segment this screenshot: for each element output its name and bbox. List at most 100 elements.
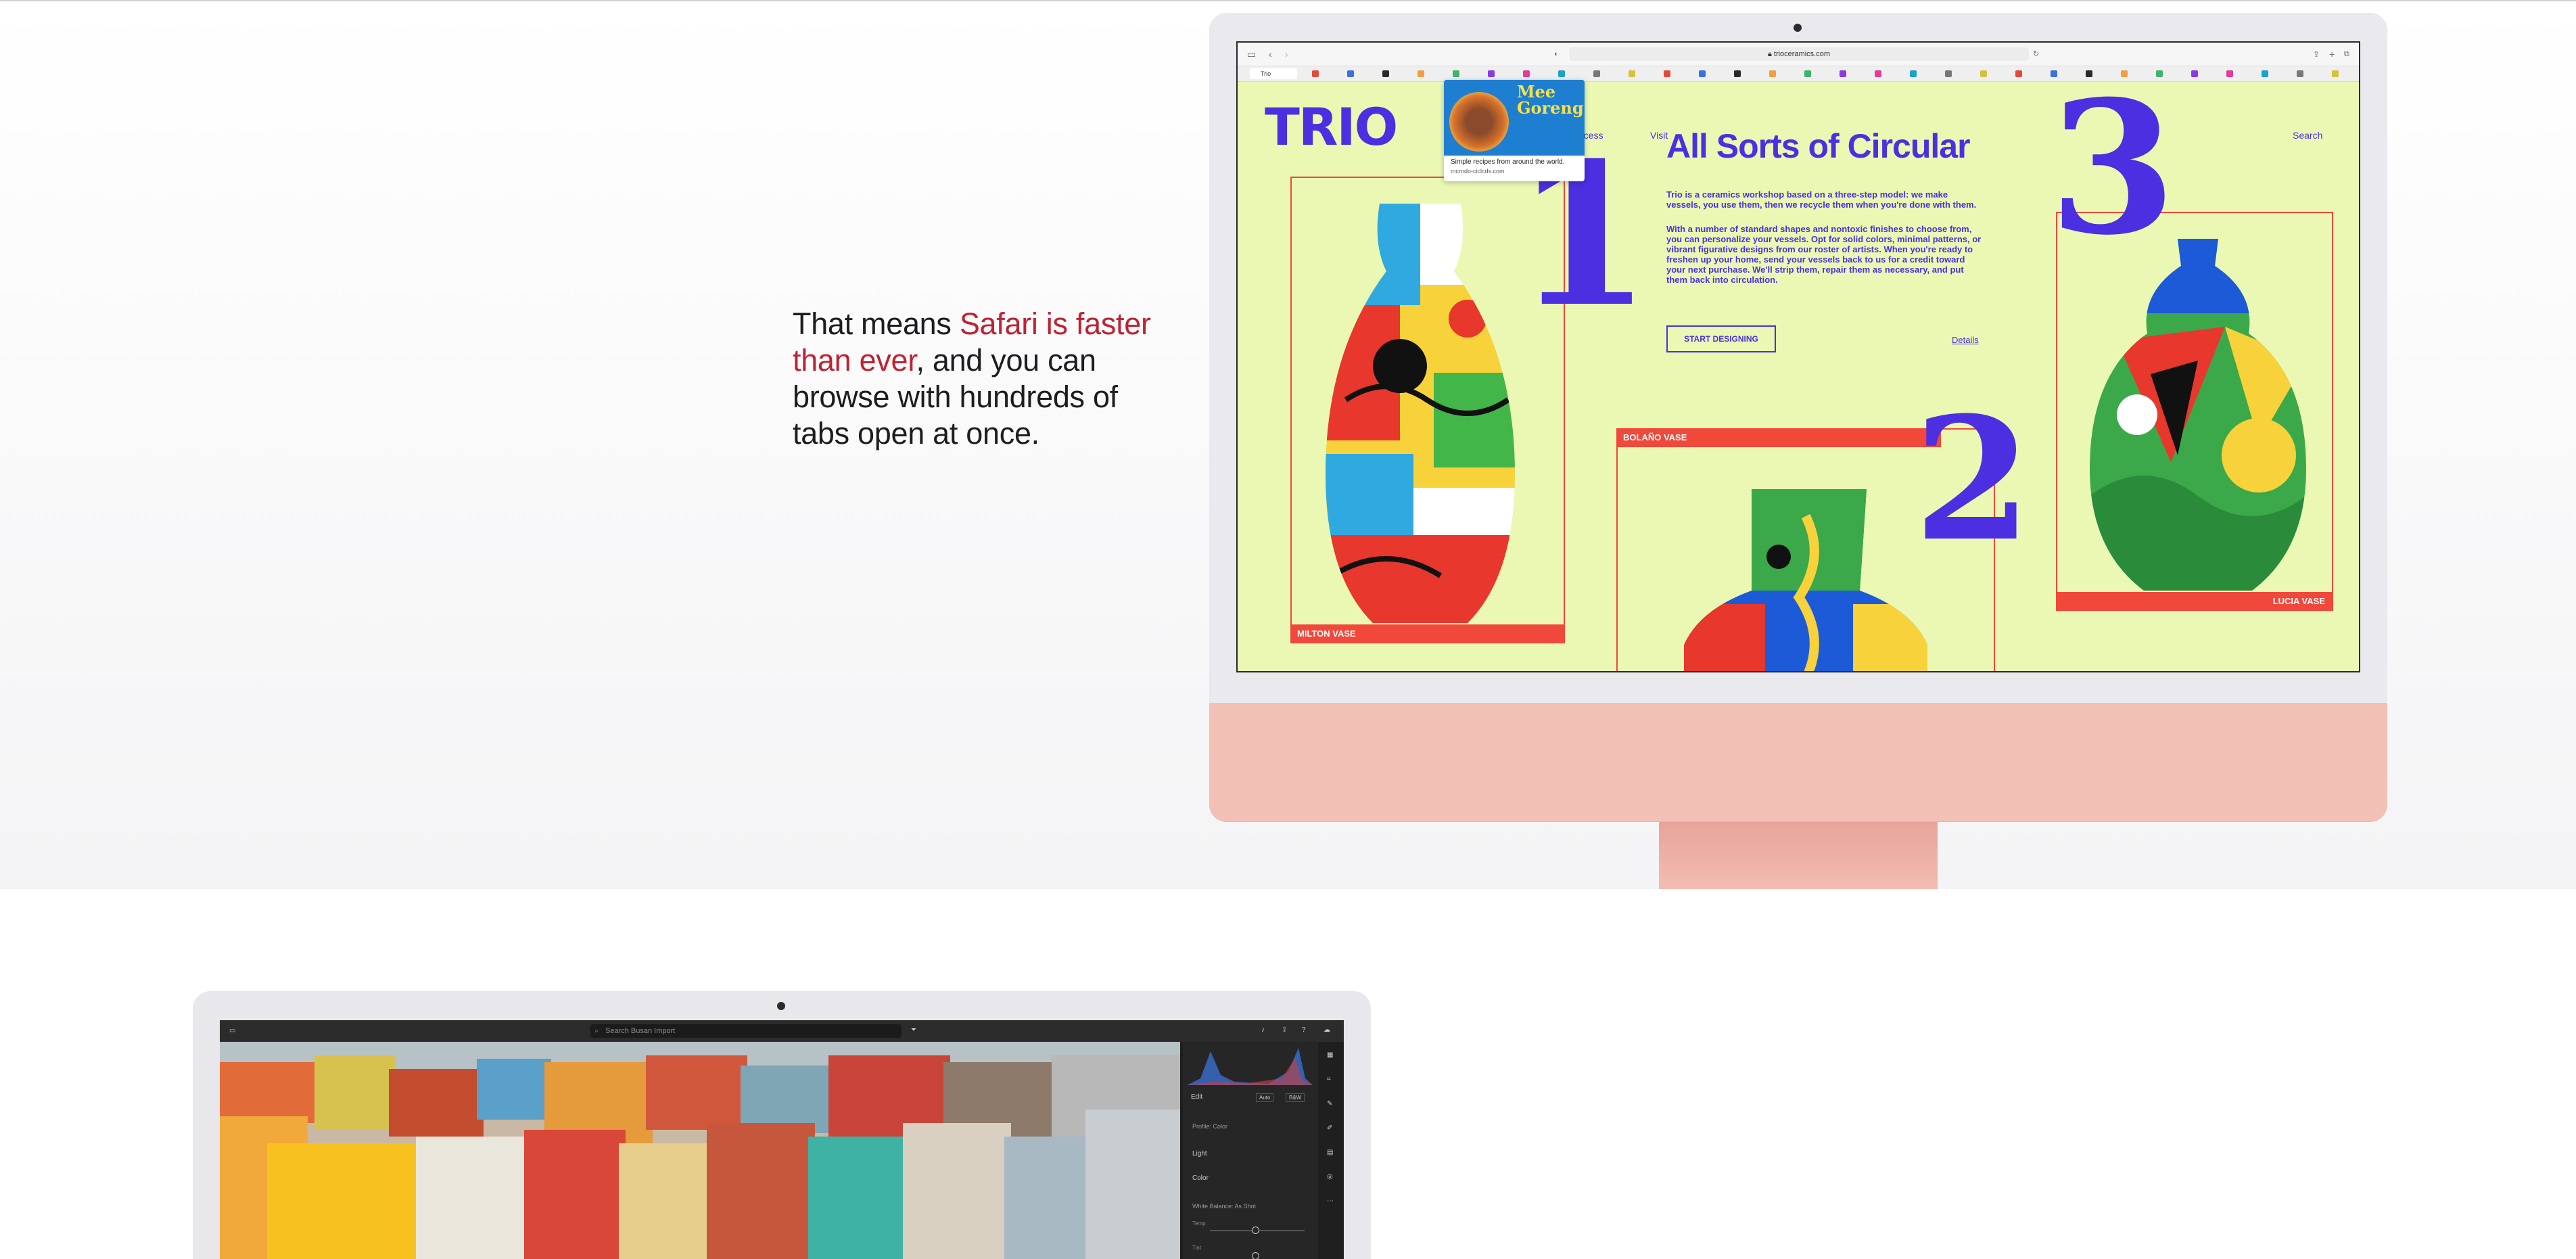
radial-tool-icon[interactable]: ◎	[1327, 1173, 1333, 1181]
details-link[interactable]: Details	[1952, 335, 1979, 345]
sidebar-icon[interactable]: ▭	[1247, 49, 1256, 60]
camera-icon	[1794, 24, 1802, 32]
tint-slider-thumb[interactable]	[1252, 1252, 1259, 1259]
tab-favicon-icon[interactable]	[1769, 70, 1776, 77]
imac-body: ▭ ‹ › ◐ 🔒︎ trioceramics.com ↻ ⇪ + ⧉ Trio…	[1209, 13, 2387, 821]
brush-tool-icon[interactable]: ✐	[1327, 1124, 1332, 1132]
tab-favicon-icon[interactable]	[1629, 70, 1635, 77]
tab-favicon-icon[interactable]	[2226, 70, 2233, 77]
tint-label: Tint	[1192, 1245, 1202, 1251]
search-placeholder: Search Busan Import	[605, 1027, 676, 1035]
filter-icon[interactable]: ⏷	[911, 1026, 916, 1034]
milton-vase-label[interactable]: MILTON VASE	[1290, 624, 1565, 643]
tab-favicon-icon[interactable]	[1664, 70, 1670, 77]
tab-favicon-icon[interactable]	[1558, 70, 1565, 77]
city-photo	[220, 1042, 1180, 1259]
imac-stand	[1659, 820, 1938, 889]
gradient-tool-icon[interactable]: ▤	[1327, 1149, 1333, 1156]
tab-favicon-icon[interactable]	[1347, 70, 1354, 77]
privacy-icon[interactable]: ◐	[1554, 49, 1559, 60]
tab-favicon-icon[interactable]	[1523, 70, 1530, 77]
tab-favicon-icon[interactable]	[1980, 70, 1987, 77]
heal-tool-icon[interactable]: ✎	[1327, 1100, 1332, 1107]
tab-favicon-icon[interactable]	[1382, 70, 1389, 77]
cloud-icon[interactable]: ☁	[1324, 1026, 1330, 1034]
intro-paragraph: Trio is a ceramics workshop based on a t…	[1666, 189, 1977, 210]
forward-icon[interactable]: ›	[1285, 49, 1288, 60]
lucia-vase-label[interactable]: LUCIA VASE	[2056, 592, 2333, 611]
tab-favicon-icon[interactable]	[1699, 70, 1706, 77]
tab-favicon-icon[interactable]	[2332, 70, 2339, 77]
tab-favicon-icon[interactable]	[1418, 70, 1424, 77]
number-two: 2	[1914, 380, 2032, 578]
light-section[interactable]: Light	[1192, 1150, 1207, 1158]
bell-icon[interactable]: ♪	[1261, 1026, 1265, 1034]
tab-preview-url: mcrndo-ciclcds.com	[1451, 168, 1505, 175]
tab-favicon-icon[interactable]	[1945, 70, 1952, 77]
address-text: trioceramics.com	[1773, 50, 1831, 58]
nav-search[interactable]: Search	[2293, 130, 2322, 141]
color-section[interactable]: Color	[1192, 1174, 1209, 1182]
imac-device: ▭ ‹ › ◐ 🔒︎ trioceramics.com ↻ ⇪ + ⧉ Trio…	[1209, 13, 2387, 889]
start-designing-button[interactable]: START DESIGNING	[1666, 325, 1776, 352]
auto-button[interactable]: Auto	[1256, 1093, 1274, 1102]
help-icon[interactable]: ?	[1302, 1026, 1306, 1034]
tab-favicon-icon[interactable]	[1312, 70, 1319, 77]
tab-favicon-icon[interactable]	[1910, 70, 1917, 77]
temp-label: Temp	[1192, 1220, 1206, 1227]
camera-icon	[777, 1002, 785, 1010]
tab-favicon-icon[interactable]	[1804, 70, 1811, 77]
tab-bar: Trio	[1238, 66, 2359, 82]
crop-tool-icon[interactable]: ⌗	[1327, 1076, 1331, 1083]
tab-preview-caption: Simple recipes from around the world.	[1451, 158, 1565, 166]
section-divider	[0, 0, 2576, 1]
search-icon: ⌕	[594, 1027, 599, 1035]
safari-toolbar: ▭ ‹ › ◐ 🔒︎ trioceramics.com ↻ ⇪ + ⧉	[1238, 43, 2359, 66]
bw-button[interactable]: B&W	[1286, 1093, 1305, 1102]
tab-preview-title: Mee Goreng	[1517, 82, 1584, 118]
share-icon[interactable]: ⇪	[2313, 49, 2320, 60]
tab-favicon-icon[interactable]	[2191, 70, 2198, 77]
lightroom-toolbar: ▭ ⌕ Search Busan Import ⏷ ♪ ⇪ ? ☁	[220, 1020, 1344, 1042]
tool-strip: ▦ ⌗ ✎ ✐ ▤ ◎ ⋯	[1317, 1042, 1344, 1259]
temp-slider-thumb[interactable]	[1252, 1227, 1259, 1234]
back-icon[interactable]: ‹	[1269, 49, 1272, 60]
noodle-plate-image	[1449, 92, 1509, 152]
nav-visit[interactable]: Visit	[1650, 130, 1668, 141]
tab-favicon-icon[interactable]	[2015, 70, 2022, 77]
tab-preview-image: Mee Goreng	[1444, 80, 1585, 156]
milton-vase-image	[1326, 204, 1515, 623]
address-bar[interactable]: 🔒︎ trioceramics.com	[1569, 47, 2029, 61]
imac-screen: ▭ ‹ › ◐ 🔒︎ trioceramics.com ↻ ⇪ + ⧉ Trio…	[1236, 41, 2360, 672]
tab-trio[interactable]: Trio	[1250, 68, 1297, 79]
lightroom-device: ▭ ⌕ Search Busan Import ⏷ ♪ ⇪ ? ☁ Edit A…	[193, 991, 1371, 1259]
share-icon[interactable]: ⇪	[1282, 1026, 1287, 1034]
reload-icon[interactable]: ↻	[2033, 49, 2039, 60]
tab-favicon-icon[interactable]	[1840, 70, 1846, 77]
trio-logo[interactable]: TRIO	[1265, 97, 1398, 157]
tab-favicon-icon[interactable]	[1488, 70, 1495, 77]
tab-favicon-icon[interactable]	[1593, 70, 1600, 77]
tab-favicon-icon[interactable]	[1453, 70, 1459, 77]
sidebar-toggle-icon[interactable]: ▭	[229, 1027, 235, 1034]
tab-favicon-icon[interactable]	[2297, 70, 2303, 77]
imac-bezel: ▭ ‹ › ◐ 🔒︎ trioceramics.com ↻ ⇪ + ⧉ Trio…	[1209, 13, 2387, 703]
edit-label: Edit	[1191, 1093, 1203, 1101]
new-tab-icon[interactable]: +	[2329, 49, 2335, 60]
more-icon[interactable]: ⋯	[1327, 1197, 1334, 1205]
edit-tool-icon[interactable]: ▦	[1327, 1051, 1333, 1059]
profile-select[interactable]: Profile: Color	[1192, 1123, 1227, 1130]
tab-favicon-icon[interactable]	[2262, 70, 2268, 77]
tab-overview-icon[interactable]: ⧉	[2344, 49, 2349, 60]
edit-panel: Edit Auto B&W Profile: Color Light Color…	[1183, 1042, 1317, 1259]
bolano-vase-label[interactable]: BOLAÑO VASE	[1616, 428, 1941, 447]
lightroom-search-field[interactable]: ⌕ Search Busan Import	[590, 1024, 901, 1038]
headline-part1: That means	[793, 306, 960, 341]
lightroom-screen: ▭ ⌕ Search Busan Import ⏷ ♪ ⇪ ? ☁ Edit A…	[220, 1020, 1344, 1259]
tab-favicon-icon[interactable]	[1875, 70, 1881, 77]
white-balance-select[interactable]: White Balance: As Shot	[1192, 1203, 1256, 1210]
tab-preview-tooltip: Mee Goreng Simple recipes from around th…	[1444, 80, 1585, 181]
feature-headline: That means Safari is faster than ever, a…	[793, 306, 1171, 452]
tab-favicon-icon[interactable]	[1734, 70, 1741, 77]
lock-icon: 🔒︎	[1767, 50, 1774, 58]
